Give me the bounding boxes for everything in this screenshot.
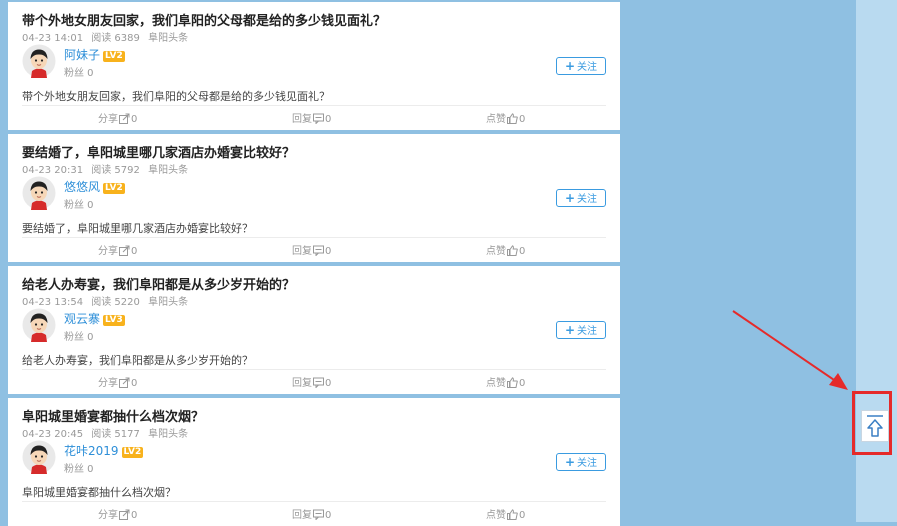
annotation-arrow — [732, 310, 848, 390]
back-to-top-highlight — [852, 391, 892, 455]
arrow-up-icon — [862, 415, 888, 445]
back-to-top-button[interactable] — [861, 410, 889, 442]
